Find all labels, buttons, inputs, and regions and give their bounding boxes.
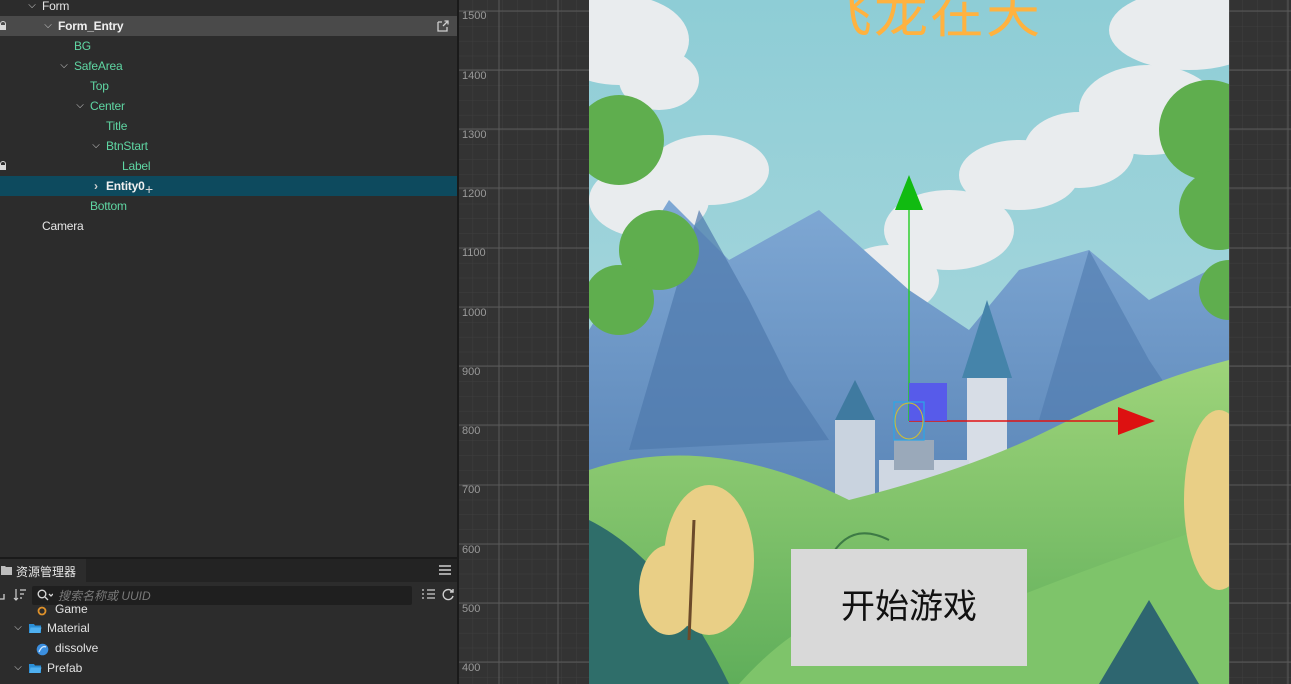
tree-node-label: Title (106, 119, 128, 133)
scene-icon (37, 606, 47, 616)
tree-node-label-item[interactable]: Label (0, 156, 457, 176)
tree-node-btnstart[interactable]: ⌵ BtnStart (0, 136, 457, 156)
asset-item-dissolve[interactable]: dissolve (0, 638, 457, 658)
tree-node-label: Form (42, 0, 70, 13)
tree-node-bg[interactable]: BG (0, 36, 457, 56)
tree-node-label: SafeArea (74, 59, 123, 73)
tree-node-entity0[interactable]: › Entity0 + (0, 176, 457, 197)
tree-node-label: Form_Entry (58, 19, 124, 33)
lock-icon[interactable] (0, 21, 6, 30)
ruler-label: 1000 (462, 307, 487, 319)
tree-node-camera[interactable]: Camera (0, 216, 457, 236)
asset-item-game[interactable]: Game (0, 599, 457, 619)
tree-node-label: Label (122, 159, 151, 173)
open-prefab-icon[interactable] (436, 19, 450, 33)
chevron-down-icon[interactable]: ⌵ (13, 618, 23, 638)
folder-icon (29, 624, 42, 633)
tab-assets[interactable]: 资源管理器 (0, 559, 86, 582)
folder-icon (29, 664, 42, 673)
asset-item-prefab[interactable]: ⌵ Prefab (0, 658, 457, 678)
ruler-label: 900 (462, 366, 481, 378)
chevron-down-icon[interactable]: ⌵ (91, 136, 101, 156)
ruler-label: 1200 (462, 188, 487, 200)
transform-gizmo[interactable] (880, 170, 1170, 445)
folder-icon (1, 566, 12, 575)
start-game-button[interactable]: 开始游戏 (791, 549, 1027, 666)
gizmo-x-arrow[interactable] (1118, 407, 1155, 435)
chevron-down-icon[interactable]: ⌵ (43, 16, 53, 36)
chevron-down-icon[interactable]: ⌵ (27, 0, 37, 16)
asset-label: Prefab (47, 661, 83, 675)
lock-icon[interactable] (0, 161, 6, 170)
ruler-label: 1400 (462, 70, 487, 82)
gizmo-y-arrow[interactable] (895, 175, 923, 210)
tree-node-label: BG (74, 39, 91, 53)
tree-node-center[interactable]: ⌵ Center (0, 96, 457, 116)
chevron-down-icon[interactable]: ⌵ (75, 96, 85, 116)
tab-label: 资源管理器 (16, 565, 77, 579)
tree-node-label: Center (90, 99, 125, 113)
ruler-label: 1100 (462, 247, 486, 259)
asset-item-material[interactable]: ⌵ Material (0, 618, 457, 638)
tree-node-top[interactable]: Top (0, 76, 457, 96)
tree-node-title[interactable]: Title (0, 116, 457, 136)
tree-node-label: Entity0 (106, 179, 145, 193)
tree-node-label: BtnStart (106, 139, 148, 153)
tree-node-bottom[interactable]: Bottom (0, 196, 457, 216)
asset-label: Material (47, 621, 90, 635)
menu-icon[interactable] (438, 563, 452, 577)
tree-node-safearea[interactable]: ⌵ SafeArea (0, 56, 457, 76)
assets-panel: 资源管理器 Game (0, 559, 457, 684)
assets-tabbar: 资源管理器 (0, 559, 457, 582)
asset-label: Game (55, 602, 88, 616)
game-title-text[interactable]: 飞龙在天 (818, 0, 1048, 44)
tree-node-label: Camera (42, 219, 84, 233)
tree-node-form-entry[interactable]: ⌵ Form_Entry (0, 16, 457, 36)
ruler-label: 600 (462, 544, 481, 556)
ruler-label: 700 (462, 484, 481, 496)
ruler-label: 1500 (462, 10, 487, 22)
tree-node-form[interactable]: ⌵ Form (0, 0, 457, 16)
ruler-label: 500 (462, 603, 481, 615)
chevron-down-icon[interactable]: ⌵ (13, 658, 23, 678)
ruler-label: 400 (462, 662, 481, 674)
tree-node-label: Bottom (90, 199, 127, 213)
ruler-label: 1300 (462, 129, 487, 141)
hierarchy-panel: ⌵ Form ⌵ Form_Entry BG ⌵ SafeArea Top ⌵ … (0, 0, 457, 557)
ruler-label: 800 (462, 425, 481, 437)
chevron-right-icon[interactable]: › (91, 176, 101, 196)
chevron-down-icon[interactable]: ⌵ (59, 56, 69, 76)
tree-node-label: Top (90, 79, 109, 93)
material-icon (36, 643, 49, 656)
asset-label: dissolve (55, 641, 99, 655)
